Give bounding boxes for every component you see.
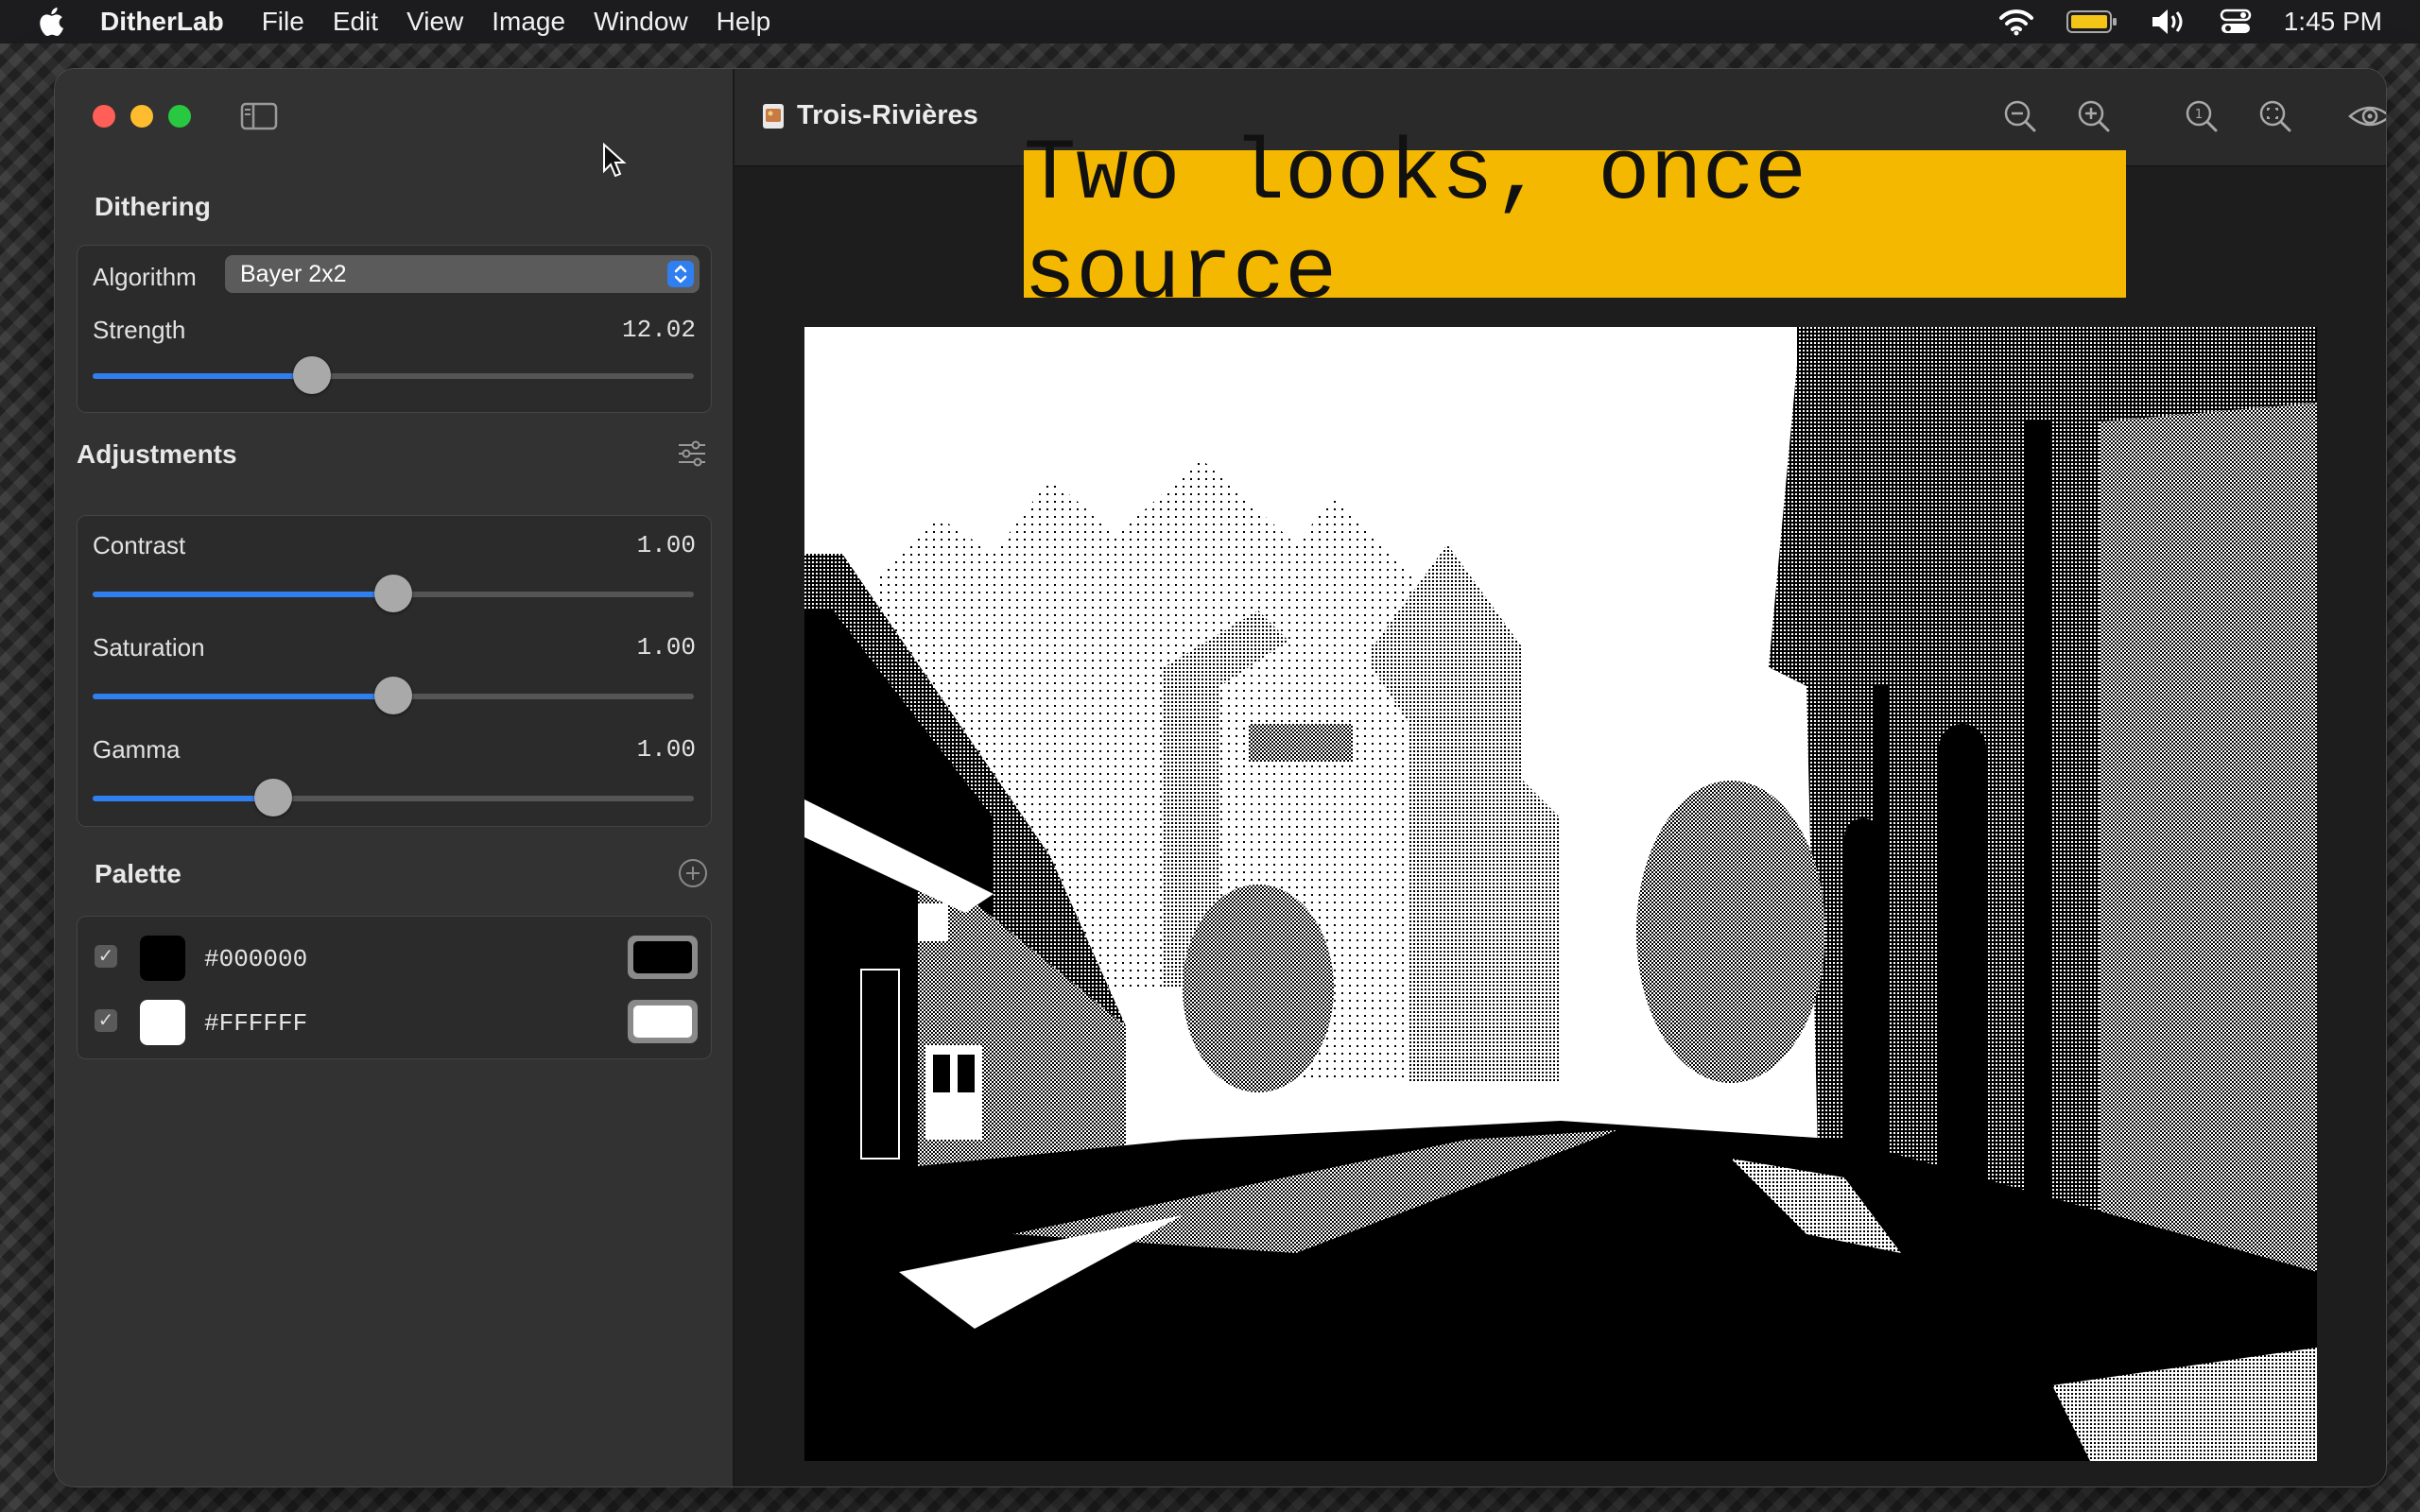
menu-file[interactable]: File [262, 7, 304, 37]
menubar-clock[interactable]: 1:45 PM [2284, 7, 2382, 37]
sidebar: Dithering Algorithm Bayer 2x2 Strength 1… [55, 69, 735, 1486]
menu-edit[interactable]: Edit [333, 7, 378, 37]
image-document-icon [763, 104, 784, 129]
sliders-icon[interactable] [677, 439, 707, 468]
close-button[interactable] [93, 105, 115, 128]
strength-label: Strength [93, 316, 186, 344]
algorithm-value: Bayer 2x2 [240, 260, 347, 287]
document-title: Trois-Rivières [797, 100, 978, 130]
add-color-icon[interactable] [677, 857, 709, 889]
menu-help[interactable]: Help [717, 7, 771, 37]
palette-checkbox[interactable]: ✓ [95, 945, 117, 968]
adjustments-card: Contrast 1.00 Saturation 1.00 Gamma 1.00 [77, 515, 712, 827]
preview-eye-icon[interactable] [2347, 97, 2387, 135]
color-hex: #FFFFFF [204, 1009, 308, 1038]
dithering-card: Algorithm Bayer 2x2 Strength 12.02 [77, 245, 712, 413]
algorithm-label: Algorithm [93, 263, 197, 291]
palette-row: ✓ #FFFFFF [78, 990, 711, 1051]
control-center-icon[interactable] [2220, 8, 2252, 36]
svg-text:1: 1 [2195, 108, 2203, 122]
palette-card: ✓ #000000 ✓ #FFFFFF [77, 916, 712, 1059]
algorithm-select[interactable]: Bayer 2x2 [225, 255, 700, 293]
saturation-slider[interactable] [93, 677, 694, 714]
menu-window[interactable]: Window [594, 7, 688, 37]
strength-slider[interactable] [93, 356, 694, 394]
contrast-value: 1.00 [636, 531, 696, 559]
palette-row: ✓ #000000 [78, 926, 711, 987]
gamma-slider-fill [93, 796, 273, 801]
app-window: Dithering Algorithm Bayer 2x2 Strength 1… [54, 68, 2387, 1487]
dithering-section-title: Dithering [95, 192, 211, 221]
color-swatch [140, 936, 185, 981]
sidebar-toggle-icon[interactable] [240, 101, 278, 131]
color-well[interactable] [628, 936, 698, 979]
contrast-slider-fill [93, 592, 393, 597]
strength-slider-fill [93, 373, 313, 379]
minimize-button[interactable] [130, 105, 153, 128]
gamma-slider[interactable] [93, 779, 694, 816]
color-hex: #000000 [204, 945, 308, 973]
window-controls [93, 105, 191, 128]
zoom-to-fit-icon[interactable] [2256, 97, 2294, 135]
wifi-icon[interactable] [1998, 8, 2034, 36]
gamma-label: Gamma [93, 735, 181, 764]
strength-slider-knob[interactable] [293, 356, 332, 394]
mouse-pointer-icon [603, 143, 627, 178]
menu-image[interactable]: Image [492, 7, 565, 37]
palette-checkbox[interactable]: ✓ [95, 1009, 117, 1032]
contrast-label: Contrast [93, 531, 186, 559]
apple-logo-icon[interactable] [36, 5, 70, 39]
gamma-value: 1.00 [636, 735, 696, 764]
color-swatch [140, 1000, 185, 1045]
contrast-slider[interactable] [93, 575, 694, 612]
zoom-actual-size-icon[interactable]: 1 [2183, 97, 2221, 135]
palette-section-title: Palette [95, 859, 182, 888]
strength-value: 12.02 [621, 316, 696, 344]
dithered-image [804, 327, 2317, 1461]
color-well[interactable] [628, 1000, 698, 1043]
saturation-value: 1.00 [636, 633, 696, 662]
saturation-slider-fill [93, 694, 393, 699]
menu-app-name[interactable]: DitherLab [100, 7, 224, 37]
battery-icon[interactable] [2066, 9, 2118, 34]
chevron-up-down-icon [667, 261, 694, 287]
saturation-label: Saturation [93, 633, 205, 662]
adjustments-section-title: Adjustments [77, 439, 237, 469]
gamma-slider-knob[interactable] [253, 779, 292, 816]
volume-icon[interactable] [2150, 7, 2187, 37]
canvas-area[interactable] [735, 166, 2386, 1486]
caption-banner: Two looks, once source [1024, 125, 2126, 323]
contrast-slider-knob[interactable] [374, 575, 412, 612]
zoom-button[interactable] [168, 105, 191, 128]
menu-bar: DitherLab File Edit View Image Window He… [0, 0, 2420, 43]
saturation-slider-knob[interactable] [374, 677, 412, 714]
menu-view[interactable]: View [406, 7, 463, 37]
